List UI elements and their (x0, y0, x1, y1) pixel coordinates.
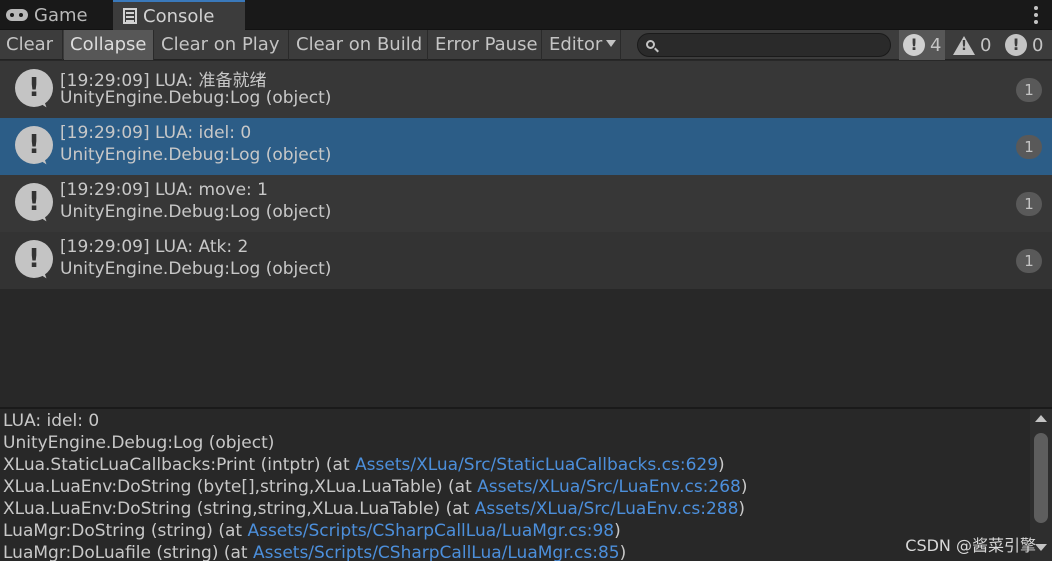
clear-on-build-toggle[interactable]: Clear on Build (290, 30, 428, 60)
stack-frame: XLua.LuaEnv:DoString (byte[],string,XLua… (3, 477, 748, 497)
error-count: 0 (1032, 34, 1044, 56)
collapse-toggle[interactable]: Collapse (64, 30, 154, 60)
clear-button[interactable]: Clear (0, 30, 63, 60)
stack-frame-link[interactable]: Assets/XLua/Src/LuaEnv.cs:268 (477, 477, 741, 497)
console-icon (123, 8, 137, 24)
log-message: [19:29:09] LUA: idel: 0 (60, 123, 252, 143)
editor-dropdown-label: Editor (549, 34, 603, 55)
collapse-count-badge: 1 (1016, 78, 1042, 102)
log-message: [19:29:09] LUA: move: 1 (60, 180, 268, 200)
stack-frame-link[interactable]: Assets/XLua/Src/LuaEnv.cs:288 (475, 499, 739, 519)
more-options-icon[interactable] (1034, 6, 1038, 24)
caret-down-icon (606, 40, 617, 47)
stack-frame: LuaMgr:DoString (string) (at Assets/Scri… (3, 521, 621, 541)
detail-message: LUA: idel: 0 (3, 411, 100, 431)
stack-frame-link[interactable]: Assets/XLua/Src/StaticLuaCallbacks.cs:62… (355, 455, 718, 475)
clear-on-play-toggle[interactable]: Clear on Play (155, 30, 289, 60)
info-message-icon: ! (15, 183, 53, 221)
log-count-toggle[interactable]: ! 4 (899, 30, 945, 60)
stack-frame-link[interactable]: Assets/Scripts/CSharpCallLua/LuaMgr.cs:9… (247, 521, 614, 541)
tab-console[interactable]: Console (113, 0, 245, 30)
stack-frame-link[interactable]: Assets/Scripts/CSharpCallLua/LuaMgr.cs:8… (253, 543, 620, 561)
collapse-count-badge: 1 (1016, 135, 1042, 159)
log-entry-selected[interactable]: ! [19:29:09] LUA: idel: 0 UnityEngine.De… (0, 118, 1052, 175)
info-message-icon: ! (15, 126, 53, 164)
log-source: UnityEngine.Debug:Log (object) (60, 145, 332, 165)
log-count: 4 (930, 34, 942, 56)
info-icon: ! (903, 34, 925, 56)
warning-count: 0 (980, 34, 992, 56)
collapse-count-badge: 1 (1016, 249, 1042, 273)
collapse-count-badge: 1 (1016, 192, 1042, 216)
console-toolbar: Clear Collapse Clear on Play Clear on Bu… (0, 30, 1052, 60)
scroll-up-icon[interactable] (1035, 415, 1047, 422)
detail-source: UnityEngine.Debug:Log (object) (3, 433, 275, 453)
warning-icon (953, 35, 975, 55)
log-source: UnityEngine.Debug:Log (object) (60, 202, 332, 222)
log-message: [19:29:09] LUA: Atk: 2 (60, 237, 249, 257)
stack-frame: XLua.StaticLuaCallbacks:Print (intptr) (… (3, 455, 725, 475)
scroll-thumb[interactable] (1034, 433, 1048, 523)
error-icon: ! (1005, 34, 1027, 56)
gamepad-icon (6, 9, 28, 21)
info-message-icon: ! (15, 69, 53, 107)
log-entry[interactable]: ! [19:29:09] LUA: 准备就绪 UnityEngine.Debug… (0, 61, 1052, 118)
stack-trace-pane: LUA: idel: 0 UnityEngine.Debug:Log (obje… (0, 409, 1030, 561)
log-list: ! [19:29:09] LUA: 准备就绪 UnityEngine.Debug… (0, 61, 1052, 407)
tab-game[interactable]: Game (6, 0, 110, 30)
stack-frame: LuaMgr:DoLuafile (string) (at Assets/Scr… (3, 543, 627, 561)
editor-dropdown[interactable]: Editor (543, 30, 621, 60)
watermark: CSDN @酱菜引擎 (905, 536, 1036, 555)
tab-console-label: Console (143, 5, 215, 27)
error-pause-toggle[interactable]: Error Pause (429, 30, 542, 60)
search-box[interactable] (637, 33, 891, 57)
log-source: UnityEngine.Debug:Log (object) (60, 259, 332, 279)
search-icon (646, 40, 655, 49)
log-source: UnityEngine.Debug:Log (object) (60, 88, 332, 108)
search-input[interactable] (660, 34, 886, 56)
error-count-toggle[interactable]: ! 0 (1005, 30, 1050, 60)
log-entry[interactable]: ! [19:29:09] LUA: Atk: 2 UnityEngine.Deb… (0, 232, 1052, 289)
tab-bar: Game Console (0, 0, 1052, 30)
scroll-down-icon[interactable] (1035, 544, 1047, 551)
tab-game-label: Game (34, 4, 88, 26)
stack-frame: XLua.LuaEnv:DoString (string,string,XLua… (3, 499, 746, 519)
warning-count-toggle[interactable]: 0 (953, 30, 995, 60)
info-message-icon: ! (15, 240, 53, 278)
log-entry[interactable]: ! [19:29:09] LUA: move: 1 UnityEngine.De… (0, 175, 1052, 232)
